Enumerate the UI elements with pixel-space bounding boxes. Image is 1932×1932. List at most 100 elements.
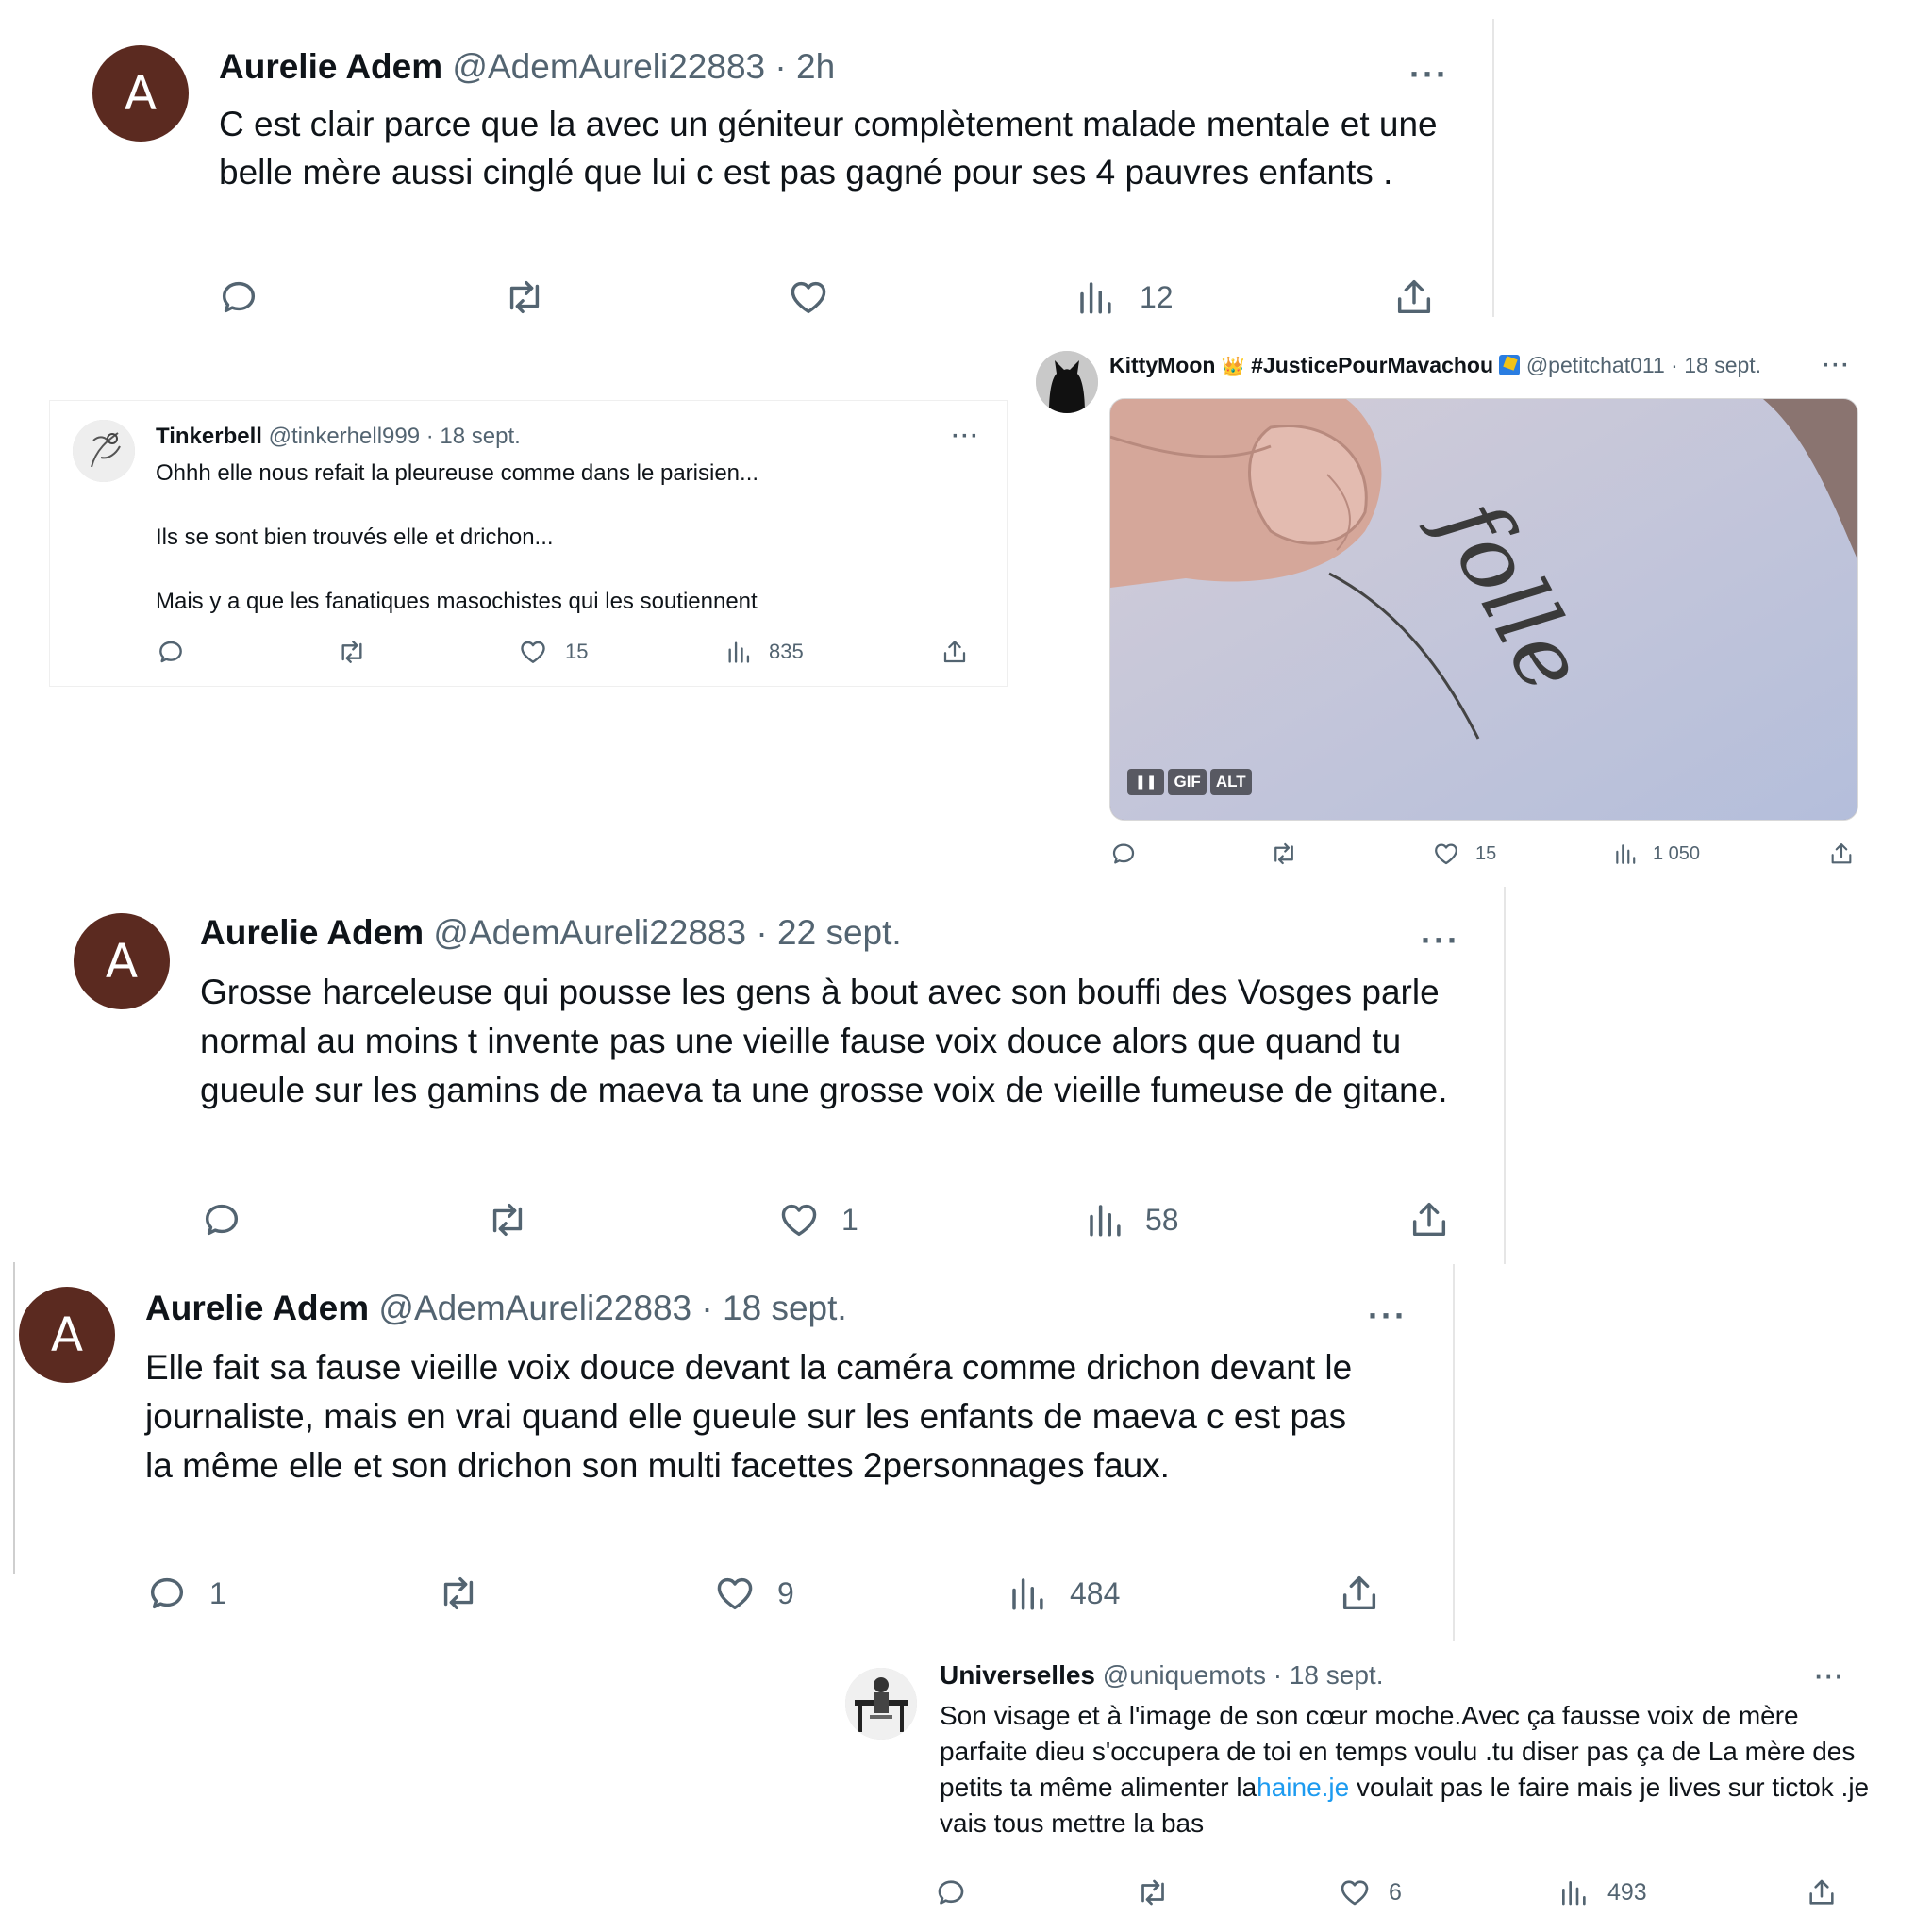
retweet-button[interactable] (1270, 840, 1298, 868)
views-icon (1008, 1572, 1047, 1615)
gif-controls: ❚❚ GIF ALT (1127, 769, 1252, 795)
timestamp[interactable]: 2h (796, 47, 835, 86)
reply-button[interactable]: 1 (145, 1572, 226, 1615)
views-button[interactable]: 484 (1008, 1572, 1120, 1615)
share-icon (1407, 1198, 1451, 1241)
divider (1492, 19, 1494, 317)
tweet-header: Universelles @uniquemots · 18 sept. (940, 1660, 1384, 1690)
retweet-button[interactable] (436, 1572, 481, 1615)
like-button[interactable]: 6 (1338, 1875, 1402, 1909)
tweet-text: C est clair parce que la avec un géniteu… (219, 105, 1438, 192)
avatar-letter: A (50, 1307, 84, 1362)
avatar[interactable] (845, 1668, 917, 1740)
heart-icon (518, 637, 548, 667)
reply-count: 1 (209, 1575, 226, 1610)
tweet-card[interactable]: Universelles @uniquemots · 18 sept. ··· … (840, 1641, 1877, 1924)
reply-button[interactable] (156, 637, 186, 667)
author-name[interactable]: Universelles (940, 1660, 1095, 1690)
fairy-sketch-icon (73, 420, 135, 482)
tweet-card[interactable]: A Aurelie Adem @AdemAureli22883 · 2h ···… (75, 28, 1491, 321)
share-button[interactable] (1407, 1198, 1451, 1241)
views-button[interactable]: 1 050 (1613, 840, 1700, 868)
reply-icon (145, 1572, 189, 1615)
author-handle[interactable]: @AdemAureli22883 (433, 913, 746, 952)
reply-button[interactable] (200, 1198, 243, 1241)
share-button[interactable] (1338, 1572, 1381, 1615)
retweet-button[interactable] (502, 275, 547, 319)
retweet-button[interactable] (337, 637, 367, 667)
timestamp[interactable]: 18 sept. (1684, 353, 1761, 377)
avatar-letter: A (124, 66, 158, 121)
tweet-card[interactable]: A Aurelie Adem @AdemAureli22883 · 18 sep… (17, 1274, 1451, 1623)
share-button[interactable] (941, 637, 969, 667)
tweet-card[interactable]: A Aurelie Adem @AdemAureli22883 · 22 sep… (57, 896, 1500, 1245)
author-name[interactable]: Aurelie Adem (219, 47, 442, 86)
gif-image: folle (1110, 399, 1857, 820)
like-button[interactable]: 15 (518, 637, 588, 667)
more-icon[interactable]: ··· (952, 424, 980, 450)
retweet-button[interactable] (485, 1198, 530, 1241)
author-name[interactable]: Aurelie Adem (145, 1289, 369, 1327)
gif-media[interactable]: folle ❚❚ GIF ALT (1109, 398, 1858, 821)
timestamp[interactable]: 18 sept. (723, 1289, 847, 1327)
like-button[interactable]: 9 (713, 1572, 794, 1615)
tweet-header: Tinkerbell @tinkerhell999 · 18 sept. (156, 424, 521, 450)
more-icon[interactable]: ··· (1815, 1662, 1845, 1691)
more-icon[interactable]: ··· (1421, 921, 1460, 960)
timestamp[interactable]: 18 sept. (440, 424, 520, 449)
share-button[interactable] (1806, 1875, 1838, 1909)
views-button[interactable]: 58 (1085, 1198, 1179, 1241)
avatar[interactable]: A (19, 1287, 115, 1383)
separator: · (701, 1289, 713, 1327)
reply-icon (217, 275, 260, 319)
figure-illustration-icon (845, 1668, 917, 1740)
tweet-header: Aurelie Adem @AdemAureli22883 · 18 sept. (145, 1289, 847, 1328)
share-button[interactable] (1828, 840, 1855, 868)
more-icon[interactable]: ··· (1368, 1296, 1407, 1336)
share-icon (941, 637, 969, 667)
tweet-card[interactable]: Tinkerbell @tinkerhell999 · 18 sept. ···… (49, 400, 1008, 687)
reply-button[interactable] (934, 1875, 968, 1909)
hashtag[interactable]: #JusticePourMavachou (1251, 353, 1493, 377)
views-icon (1075, 275, 1115, 319)
timestamp[interactable]: 18 sept. (1290, 1660, 1384, 1690)
author-handle[interactable]: @AdemAureli22883 (378, 1289, 691, 1327)
views-button[interactable]: 835 (725, 637, 804, 667)
retweet-button[interactable] (1136, 1875, 1170, 1909)
tweet-text: Ohhh elle nous refait la pleureuse comme… (156, 458, 986, 618)
like-count: 9 (777, 1575, 794, 1610)
alt-badge[interactable]: ALT (1209, 769, 1252, 795)
pause-button[interactable]: ❚❚ (1127, 769, 1165, 795)
timestamp[interactable]: 22 sept. (777, 913, 902, 952)
author-handle[interactable]: @tinkerhell999 (269, 424, 420, 449)
views-count: 493 (1607, 1878, 1647, 1906)
tweet-card[interactable]: KittyMoon 👑 #JusticePourMavachou @petitc… (1028, 340, 1877, 887)
views-icon (1558, 1875, 1589, 1909)
author-handle[interactable]: @AdemAureli22883 (452, 47, 765, 86)
like-count: 15 (565, 640, 589, 663)
author-handle[interactable]: @petitchat011 (1526, 353, 1665, 377)
more-icon[interactable]: ··· (1409, 55, 1449, 94)
avatar[interactable]: A (74, 913, 170, 1009)
avatar[interactable] (73, 420, 135, 482)
inline-link[interactable]: haine.je (1257, 1773, 1349, 1802)
like-count: 15 (1475, 842, 1497, 864)
author-name[interactable]: Tinkerbell (156, 424, 262, 449)
views-count: 1 050 (1653, 842, 1701, 864)
reply-button[interactable] (217, 275, 260, 319)
reply-button[interactable] (1109, 840, 1138, 868)
like-button[interactable]: 15 (1432, 840, 1496, 868)
more-icon[interactable]: ··· (1823, 353, 1851, 379)
avatar[interactable] (1036, 351, 1098, 413)
author-handle[interactable]: @uniquemots (1103, 1660, 1266, 1690)
views-button[interactable]: 12 (1075, 275, 1174, 319)
share-button[interactable] (1392, 275, 1436, 319)
author-name[interactable]: Aurelie Adem (200, 913, 424, 952)
avatar[interactable]: A (92, 45, 189, 142)
views-button[interactable]: 493 (1558, 1875, 1647, 1909)
like-button[interactable] (787, 275, 830, 319)
tweet-header: Aurelie Adem @AdemAureli22883 · 22 sept. (200, 913, 902, 953)
author-name[interactable]: KittyMoon (1109, 353, 1215, 377)
like-button[interactable]: 1 (777, 1198, 858, 1241)
heart-icon (777, 1198, 821, 1241)
